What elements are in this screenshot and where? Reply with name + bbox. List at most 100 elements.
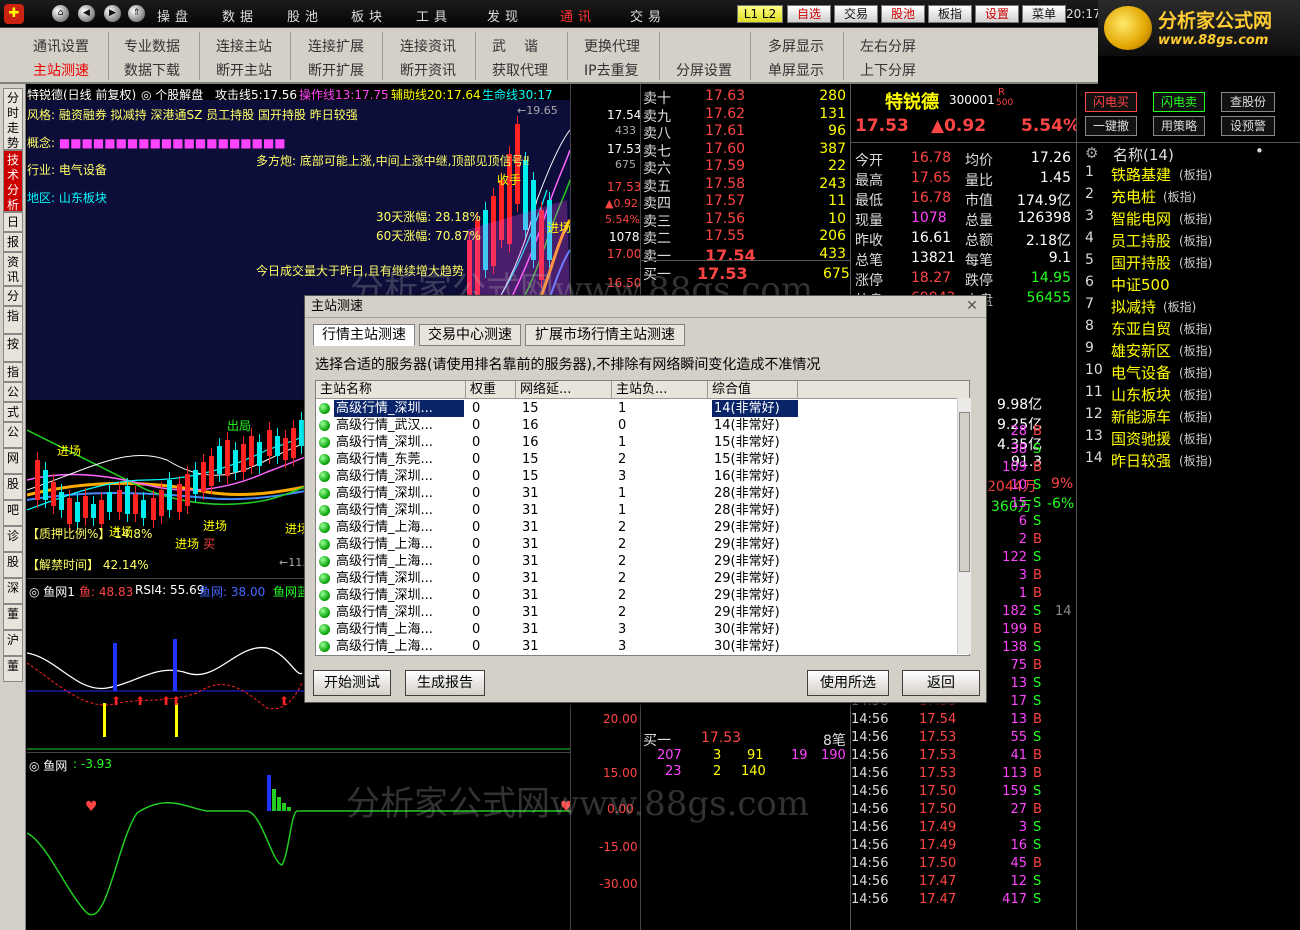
start-test-button[interactable]: 开始测试 bbox=[313, 670, 391, 696]
tool-zuoyou-fenping[interactable]: 左右分屏 bbox=[860, 36, 916, 56]
tool-huoqu-daili[interactable]: 获取代理 bbox=[492, 60, 548, 80]
table-row[interactable]: 高级行情_深圳... 0 31 2 29(非常好) bbox=[316, 604, 956, 621]
table-row[interactable]: 高级行情_深圳... 0 31 2 29(非常好) bbox=[316, 570, 956, 587]
menu-item-faxian[interactable]: 发现 bbox=[487, 6, 523, 25]
list-item-name[interactable]: 电气设备 bbox=[1111, 362, 1171, 383]
col-header-weight[interactable]: 权重 bbox=[466, 381, 516, 399]
menu-item-jiaoyi[interactable]: 交易 bbox=[630, 6, 666, 25]
vtab-fenshi[interactable]: 分时走势 bbox=[3, 88, 23, 150]
tool-shuju-xiazai[interactable]: 数据下载 bbox=[124, 60, 180, 80]
forward-icon[interactable]: ▶ bbox=[104, 5, 121, 22]
tool-wuxie[interactable]: 武谐 bbox=[492, 36, 556, 56]
tool-zhuzhan-cesu[interactable]: 主站测速 bbox=[33, 60, 89, 80]
table-scrollbar[interactable] bbox=[957, 398, 971, 654]
scrollbar-thumb[interactable] bbox=[959, 412, 970, 572]
col-header-load[interactable]: 主站负... bbox=[612, 381, 708, 399]
cancel-all-button[interactable]: 一键撤 bbox=[1085, 116, 1137, 136]
use-selected-button[interactable]: 使用所选 bbox=[807, 670, 889, 696]
table-row[interactable]: 高级行情_深圳... 0 31 1 28(非常好) bbox=[316, 485, 956, 502]
tool-duankai-zixun[interactable]: 断开资讯 bbox=[400, 60, 456, 80]
flash-sell-button[interactable]: 闪电卖 bbox=[1153, 92, 1205, 112]
list-item-name[interactable]: 拟减持 bbox=[1111, 296, 1156, 317]
list-item-name[interactable]: 山东板块 bbox=[1111, 384, 1171, 405]
menu-item-tongxun[interactable]: 通讯 bbox=[560, 6, 596, 25]
vtab-dong[interactable]: 董 bbox=[3, 604, 23, 630]
vtab-zhi2[interactable]: 指 bbox=[3, 362, 23, 382]
list-item-name[interactable]: 充电桩 bbox=[1111, 186, 1156, 207]
list-dot-icon[interactable]: • bbox=[1255, 142, 1264, 160]
menu-item-guchi[interactable]: 股池 bbox=[287, 6, 323, 25]
table-row[interactable]: 高级行情_上海... 0 31 3 30(非常好) bbox=[316, 621, 956, 638]
tool-ip-quchongfu[interactable]: IP去重复 bbox=[584, 60, 639, 80]
set-alert-button[interactable]: 设预警 bbox=[1221, 116, 1275, 136]
vtab-shi[interactable]: 式 bbox=[3, 402, 23, 422]
vtab-zixun[interactable]: 资讯 bbox=[3, 252, 23, 286]
vtab-dong2[interactable]: 董 bbox=[3, 656, 23, 682]
vtab-zhi[interactable]: 指 bbox=[3, 306, 23, 334]
table-row[interactable]: 高级行情_深圳... 0 15 1 14(非常好) bbox=[316, 400, 956, 417]
tool-duoping-xianshi[interactable]: 多屏显示 bbox=[768, 36, 824, 56]
tab-ext-speedtest[interactable]: 扩展市场行情主站测速 bbox=[525, 324, 685, 346]
close-icon[interactable]: ✕ bbox=[964, 299, 980, 315]
table-row[interactable]: 高级行情_深圳... 0 31 2 29(非常好) bbox=[316, 587, 956, 604]
tool-lianjie-zixun[interactable]: 连接资讯 bbox=[400, 36, 456, 56]
vtab-shen[interactable]: 深 bbox=[3, 578, 23, 604]
l1l2-button[interactable]: L1 L2 bbox=[737, 5, 783, 23]
use-strategy-button[interactable]: 用策略 bbox=[1153, 116, 1205, 136]
menu-item-bankuai[interactable]: 板块 bbox=[351, 6, 387, 25]
vtab-hu[interactable]: 沪 bbox=[3, 630, 23, 656]
col-header-latency[interactable]: 网络延... bbox=[516, 381, 612, 399]
tool-lianjie-kuozhan[interactable]: 连接扩展 bbox=[308, 36, 364, 56]
menu-item-shuju[interactable]: 数据 bbox=[222, 6, 258, 25]
tool-danping-xianshi[interactable]: 单屏显示 bbox=[768, 60, 824, 80]
table-row[interactable]: 高级行情_上海... 0 31 2 29(非常好) bbox=[316, 553, 956, 570]
col-header-score[interactable]: 综合值 bbox=[708, 381, 798, 399]
back-button[interactable]: 返回 bbox=[902, 670, 980, 696]
list-item-name[interactable]: 昨日较强 bbox=[1111, 450, 1171, 471]
col-header-name[interactable]: 主站名称 bbox=[316, 381, 466, 399]
vtab-ba[interactable]: 吧 bbox=[3, 500, 23, 526]
list-item-name[interactable]: 东亚自贸 bbox=[1111, 318, 1171, 339]
vtab-gu[interactable]: 股 bbox=[3, 474, 23, 500]
jiaoyi-button[interactable]: 交易 bbox=[834, 5, 878, 23]
tool-zhuanye-shuju[interactable]: 专业数据 bbox=[124, 36, 180, 56]
list-item-name[interactable]: 雄安新区 bbox=[1111, 340, 1171, 361]
tool-tongxun-shezhi[interactable]: 通讯设置 bbox=[33, 36, 89, 56]
guchi-button[interactable]: 股池 bbox=[881, 5, 925, 23]
tool-lianjie-zhuzhan[interactable]: 连接主站 bbox=[216, 36, 272, 56]
home-icon[interactable]: ⌂ bbox=[52, 5, 69, 22]
vtab-fen[interactable]: 分 bbox=[3, 286, 23, 306]
table-row[interactable]: 高级行情_深圳... 0 31 1 28(非常好) bbox=[316, 502, 956, 519]
table-row[interactable]: 高级行情_武汉... 0 16 0 14(非常好) bbox=[316, 417, 956, 434]
vtab-an[interactable]: 按 bbox=[3, 334, 23, 362]
back-icon[interactable]: ◀ bbox=[78, 5, 95, 22]
banzhi-button[interactable]: 板指 bbox=[928, 5, 972, 23]
menu-item-caopan[interactable]: 操盘 bbox=[157, 6, 193, 25]
table-row[interactable]: 高级行情_深圳... 0 15 3 16(非常好) bbox=[316, 468, 956, 485]
settings-button[interactable]: 设置 bbox=[975, 5, 1019, 23]
flash-buy-button[interactable]: 闪电买 bbox=[1085, 92, 1137, 112]
table-row[interactable]: 高级行情_上海... 0 31 2 29(非常好) bbox=[316, 519, 956, 536]
list-item-name[interactable]: 员工持股 bbox=[1111, 230, 1171, 251]
tool-shangxia-fenping[interactable]: 上下分屏 bbox=[860, 60, 916, 80]
tool-duankai-kuozhan[interactable]: 断开扩展 bbox=[308, 60, 364, 80]
list-item-name[interactable]: 中证500 bbox=[1111, 274, 1170, 295]
list-item-name[interactable]: 智能电网 bbox=[1111, 208, 1171, 229]
tool-genghuan-daili[interactable]: 更换代理 bbox=[584, 36, 640, 56]
table-row[interactable]: 高级行情_上海... 0 31 3 30(非常好) bbox=[316, 638, 956, 655]
vtab-jishu[interactable]: 技术分析 bbox=[3, 150, 23, 212]
table-row[interactable]: 高级行情_东莞... 0 15 2 15(非常好) bbox=[316, 451, 956, 468]
vtab-zhen[interactable]: 诊 bbox=[3, 526, 23, 552]
vtab-gong[interactable]: 公 bbox=[3, 382, 23, 402]
tab-market-speedtest[interactable]: 行情主站测速 bbox=[313, 324, 415, 346]
tab-trade-speedtest[interactable]: 交易中心测速 bbox=[419, 324, 521, 346]
gear-icon[interactable]: ⚙ bbox=[1085, 144, 1098, 162]
list-item-name[interactable]: 新能源车 bbox=[1111, 406, 1171, 427]
list-item-name[interactable]: 铁路基建 bbox=[1111, 164, 1171, 185]
table-row[interactable]: 高级行情_深圳... 0 16 1 15(非常好) bbox=[316, 434, 956, 451]
table-row[interactable]: 高级行情_上海... 0 31 2 29(非常好) bbox=[316, 536, 956, 553]
tool-fenping-shezhi[interactable]: 分屏设置 bbox=[676, 60, 732, 80]
up-icon[interactable]: ⇑ bbox=[128, 5, 145, 22]
menu-button[interactable]: 菜单 bbox=[1022, 5, 1066, 23]
vtab-bao[interactable]: 报 bbox=[3, 232, 23, 252]
